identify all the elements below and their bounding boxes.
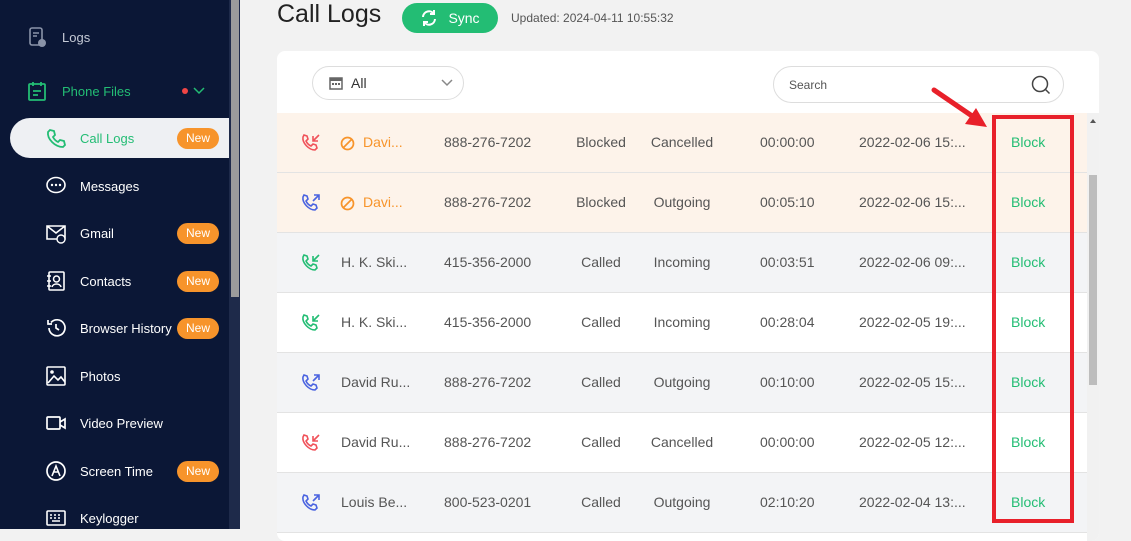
annotation-arrow: [931, 87, 978, 121]
annotation-overlay: [931, 87, 1074, 523]
annotation-highlight-box: [992, 115, 1074, 523]
